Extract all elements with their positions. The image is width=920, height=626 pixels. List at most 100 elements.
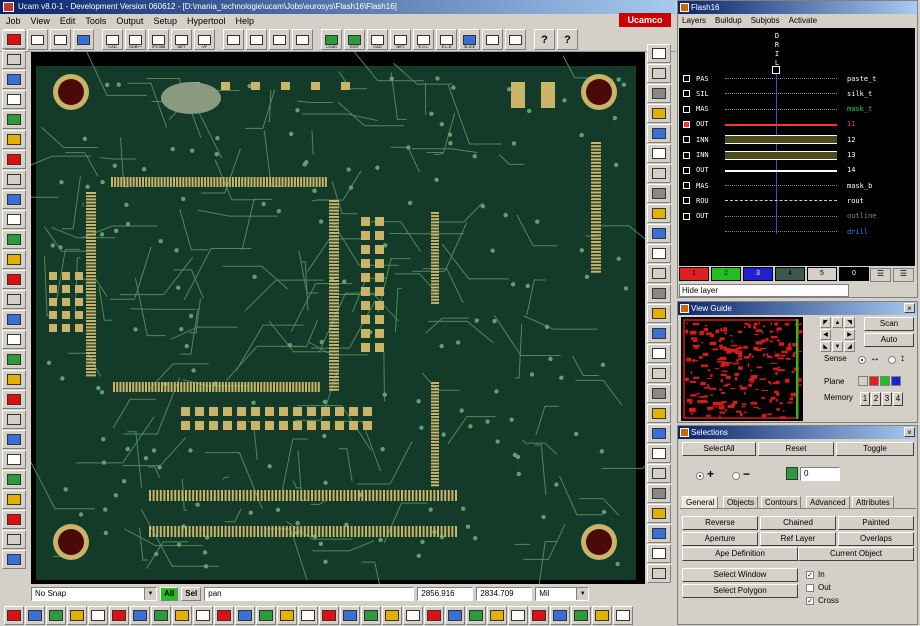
view-tool-7[interactable] (647, 164, 671, 183)
arrow-down-left-icon[interactable]: ◣ (820, 341, 831, 352)
layer-color-3[interactable]: 3 (743, 267, 773, 281)
aperture-button[interactable]: Aperture (682, 532, 758, 546)
net-button[interactable]: NET (390, 29, 411, 50)
layer-visibility-checkbox[interactable] (683, 182, 690, 190)
units-select[interactable]: Mil ▼ (535, 587, 590, 601)
menu-setup[interactable]: Setup (153, 16, 177, 26)
left-tool-15[interactable] (2, 310, 26, 329)
menu-subjobs[interactable]: Subjobs (751, 16, 780, 25)
layer-row-silk_t[interactable]: SIL silk_t (683, 87, 911, 100)
auto-button[interactable]: Auto (864, 333, 914, 347)
ref-layer-button[interactable]: Ref Layer (760, 532, 836, 546)
plane-red-swatch[interactable] (869, 376, 879, 386)
plane-grey-swatch[interactable] (858, 376, 868, 386)
overview-map[interactable] (681, 317, 803, 421)
chevron-down-icon[interactable]: ▼ (576, 588, 589, 600)
left-tool-6[interactable] (2, 130, 26, 149)
subtract-mode-radio[interactable] (732, 472, 740, 480)
view-tool-23[interactable] (647, 484, 671, 503)
layer-visibility-checkbox[interactable] (683, 212, 690, 220)
bottom-tool-16[interactable] (319, 605, 339, 625)
bottom-tool-23[interactable] (466, 605, 486, 625)
import-ipc-button[interactable]: IPC356 (148, 29, 169, 50)
layer-visibility-checkbox[interactable] (683, 75, 690, 82)
bottom-tool-22[interactable] (445, 605, 465, 625)
left-tool-24[interactable] (2, 490, 26, 509)
left-tool-14[interactable] (2, 290, 26, 309)
layer-row-14[interactable]: OUT 14 (683, 164, 911, 177)
list-detail-icon[interactable]: ☰ (893, 268, 914, 282)
chained-button[interactable]: Chained (760, 516, 836, 530)
bottom-tool-6[interactable] (109, 605, 129, 625)
plane-green-swatch[interactable] (880, 376, 890, 386)
in-checkbox[interactable]: ✓ (806, 571, 814, 579)
layer-row-13[interactable]: INN 13 (683, 149, 911, 162)
bottom-tool-2[interactable] (25, 605, 45, 625)
view-tool-26[interactable] (647, 544, 671, 563)
view-tool-18[interactable] (647, 384, 671, 403)
painted-button[interactable]: Painted (838, 516, 914, 530)
reset-button[interactable]: Reset (758, 442, 834, 456)
view-tool-22[interactable] (647, 464, 671, 483)
view-tool-19[interactable] (647, 404, 671, 423)
ecl2-button[interactable]: E.L.E (436, 29, 457, 50)
layer-row-drill[interactable]: drill (683, 225, 911, 238)
pcb-drawing[interactable] (31, 52, 645, 584)
list-icon[interactable]: ☰ (870, 268, 891, 282)
view-tool-4[interactable] (647, 104, 671, 123)
left-tool-21[interactable] (2, 430, 26, 449)
view-tool-21[interactable] (647, 444, 671, 463)
overlaps-button[interactable]: Overlaps (838, 532, 914, 546)
layer-row-paste_t[interactable]: PAS paste_t (683, 72, 911, 85)
arrow-up-right-icon[interactable]: ◥ (844, 317, 855, 328)
all-button[interactable]: All (160, 587, 179, 601)
scan-button[interactable]: Scan (864, 317, 914, 331)
menu-output[interactable]: Output (116, 16, 143, 26)
menu-buildup[interactable]: Buildup (715, 16, 742, 25)
bottom-tool-13[interactable] (256, 605, 276, 625)
close-icon[interactable]: × (904, 303, 915, 313)
close-icon[interactable]: × (904, 427, 915, 437)
menu-view[interactable]: View (31, 16, 50, 26)
bottom-tool-1[interactable] (4, 605, 24, 625)
left-tool-3[interactable] (2, 70, 26, 89)
layer-color-2[interactable]: 2 (711, 267, 741, 281)
menu-job[interactable]: Job (6, 16, 21, 26)
new-job-button[interactable] (27, 29, 48, 50)
view-tool-25[interactable] (647, 524, 671, 543)
left-tool-20[interactable] (2, 410, 26, 429)
arrow-down-right-icon[interactable]: ◢ (844, 341, 855, 352)
sense-vertical-radio[interactable] (888, 356, 896, 364)
left-tool-22[interactable] (2, 450, 26, 469)
load-button[interactable]: LOAD (321, 29, 342, 50)
bottom-tool-30[interactable] (613, 605, 633, 625)
open-job-button[interactable] (50, 29, 71, 50)
bottom-tool-18[interactable] (361, 605, 381, 625)
menu-help[interactable]: Help (236, 16, 255, 26)
layer-visibility-checkbox[interactable] (683, 197, 690, 205)
layer-row-rout[interactable]: ROU rout (683, 194, 911, 207)
ecl-button[interactable]: E.C.L (413, 29, 434, 50)
tab-general[interactable]: General (682, 496, 719, 508)
layer-color-5[interactable]: 5 (807, 267, 837, 281)
layer-color-4[interactable]: 4 (775, 267, 805, 281)
left-tool-16[interactable] (2, 330, 26, 349)
left-tool-26[interactable] (2, 530, 26, 549)
layer-color-1[interactable]: 1 (679, 267, 709, 281)
menu-edit[interactable]: Edit (60, 16, 76, 26)
layer-row-outline[interactable]: OUT outline (683, 210, 911, 223)
bottom-tool-28[interactable] (571, 605, 591, 625)
bottom-tool-21[interactable] (424, 605, 444, 625)
edit-button[interactable]: EDIT (344, 29, 365, 50)
view-tool-1[interactable] (647, 44, 671, 63)
sense-horizontal-radio[interactable] (858, 356, 866, 364)
left-tool-25[interactable] (2, 510, 26, 529)
menu-layers[interactable]: Layers (682, 16, 706, 25)
bottom-tool-11[interactable] (214, 605, 234, 625)
bottom-tool-19[interactable] (382, 605, 402, 625)
out-checkbox[interactable] (806, 584, 814, 592)
view-tool-24[interactable] (647, 504, 671, 523)
layer-color-0[interactable]: 0 (839, 267, 869, 281)
import-cad-button[interactable]: CAD (102, 29, 123, 50)
left-tool-4[interactable] (2, 90, 26, 109)
